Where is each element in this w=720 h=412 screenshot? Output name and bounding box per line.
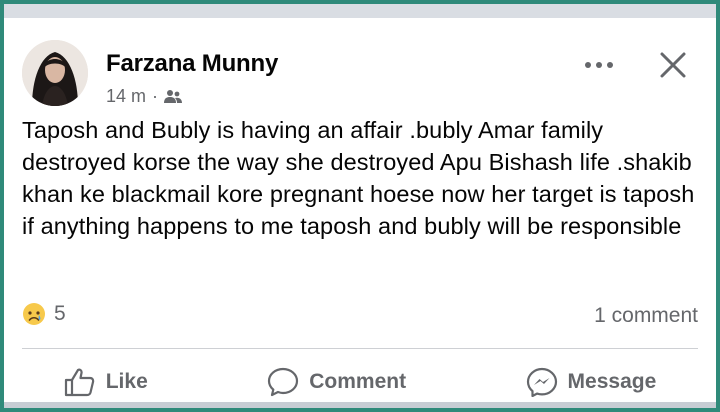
- comment-label: Comment: [309, 370, 407, 393]
- reactions-summary[interactable]: 5: [22, 302, 66, 326]
- comment-count[interactable]: 1 comment: [594, 304, 698, 328]
- message-button[interactable]: Message: [526, 367, 657, 397]
- divider: [22, 348, 698, 349]
- meta-separator: ·: [152, 86, 159, 106]
- like-label: Like: [105, 370, 148, 393]
- close-icon[interactable]: [658, 50, 688, 80]
- comment-icon: [268, 367, 299, 397]
- avatar[interactable]: [22, 40, 88, 106]
- post-text: Taposh and Bubly is having an affair .bu…: [22, 117, 695, 239]
- comment-button[interactable]: Comment: [267, 367, 406, 397]
- post-card: Farzana Munny 14 m · Taposh and Bubly is…: [4, 4, 716, 408]
- more-options-icon[interactable]: [584, 60, 614, 70]
- post-header: Farzana Munny 14 m ·: [22, 40, 700, 110]
- action-bar: Like Comment Message: [4, 358, 716, 406]
- friends-icon: [164, 89, 183, 103]
- author-name[interactable]: Farzana Munny: [106, 50, 278, 78]
- messenger-icon: [526, 367, 557, 397]
- thumbs-up-icon: [64, 368, 94, 397]
- post-time[interactable]: 14 m: [106, 86, 146, 107]
- message-label: Message: [567, 370, 657, 393]
- sad-face-icon: [23, 303, 45, 325]
- reaction-count: 5: [54, 302, 66, 325]
- profile-photo: [22, 40, 88, 106]
- post-meta: 14 m ·: [106, 86, 183, 107]
- like-button[interactable]: Like: [64, 367, 148, 397]
